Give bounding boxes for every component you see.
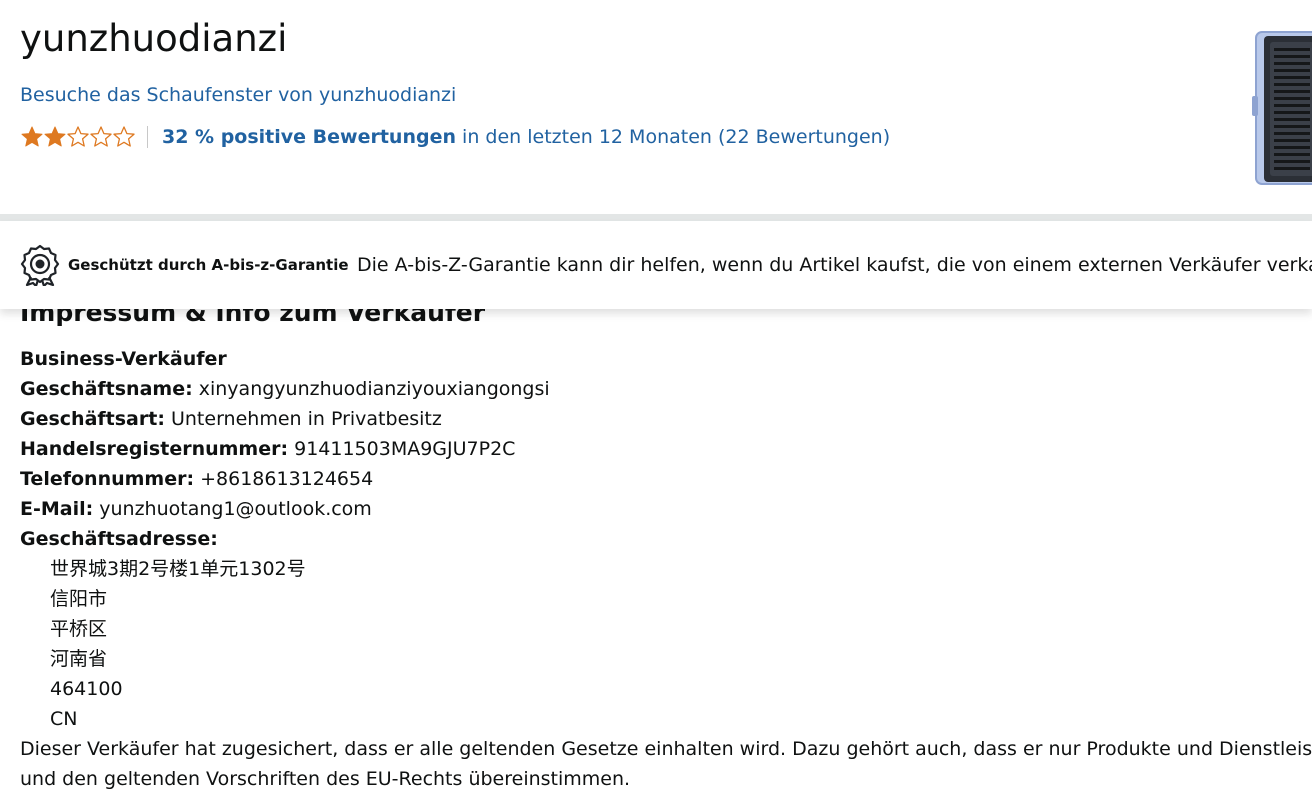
info-row-business-name: Geschäftsname: xinyangyunzhuodianziyouxi… bbox=[20, 374, 1312, 404]
business-type-label: Business-Verkäufer bbox=[20, 348, 227, 370]
address-line: 信阳市 bbox=[50, 588, 108, 610]
star-filled-icon bbox=[21, 126, 43, 147]
positive-ratings-link[interactable]: 32 % positive Bewertungen bbox=[162, 126, 456, 148]
seller-info-list: Business-Verkäufer Geschäftsname: xinyan… bbox=[20, 344, 1312, 734]
field-label: Geschäftsart: bbox=[20, 408, 165, 430]
field-value: xinyangyunzhuodianziyouxiangongsi bbox=[192, 378, 550, 400]
rating-divider bbox=[147, 126, 148, 148]
guarantee-title: Geschützt durch A-bis-z-Garantie bbox=[68, 256, 349, 274]
guarantee-description: Die A-bis-Z-Garantie kann dir helfen, we… bbox=[357, 254, 1312, 276]
field-label: Handelsregisternummer: bbox=[20, 438, 289, 460]
business-type: Business-Verkäufer bbox=[20, 344, 1312, 374]
field-value: +8618613124654 bbox=[194, 468, 374, 490]
field-label: Telefonnummer: bbox=[20, 468, 195, 490]
info-row-email: E-Mail: yunzhuotang1@outlook.com bbox=[20, 494, 1312, 524]
section-divider bbox=[0, 214, 1312, 221]
rating-summary: 32 % positive Bewertungen in den letzten… bbox=[162, 124, 890, 150]
product-thumbnail[interactable] bbox=[1252, 30, 1312, 186]
rating-period: in den letzten 12 Monaten (22 Bewertunge… bbox=[456, 126, 891, 148]
star-rating[interactable] bbox=[20, 125, 135, 149]
info-row-phone: Telefonnummer: +8618613124654 bbox=[20, 464, 1312, 494]
info-row-register-number: Handelsregisternummer: 91411503MA9GJU7P2… bbox=[20, 434, 1312, 464]
field-value: Unternehmen in Privatbesitz bbox=[164, 408, 442, 430]
address-line: 464100 bbox=[50, 678, 123, 700]
address-line: 世界城3期2号楼1单元1302号 bbox=[50, 558, 306, 580]
star-empty-icon bbox=[113, 126, 135, 147]
compliance-line: und den geltenden Vorschriften des EU-Re… bbox=[20, 768, 631, 790]
address-line: 河南省 bbox=[50, 648, 108, 670]
field-label: E-Mail: bbox=[20, 498, 94, 520]
compliance-statement: Dieser Verkäufer hat zugesichert, dass e… bbox=[20, 734, 1312, 794]
address-label-row: Geschäftsadresse: bbox=[20, 524, 1312, 554]
seller-name: yunzhuodianzi bbox=[20, 17, 288, 60]
guarantee-banner: Geschützt durch A-bis-z-Garantie Die A-b… bbox=[0, 221, 1312, 309]
seller-profile-page: yunzhuodianzi Besuche das Schaufenster v… bbox=[0, 0, 1312, 795]
info-row-business-kind: Geschäftsart: Unternehmen in Privatbesit… bbox=[20, 404, 1312, 434]
address-label: Geschäftsadresse: bbox=[20, 528, 218, 550]
award-ribbon-icon bbox=[20, 244, 60, 286]
field-value: 91411503MA9GJU7P2C bbox=[288, 438, 516, 460]
storefront-link[interactable]: Besuche das Schaufenster von yunzhuodian… bbox=[20, 82, 456, 108]
address-line: CN bbox=[50, 708, 78, 730]
address-line: 平桥区 bbox=[50, 618, 108, 640]
star-filled-icon bbox=[44, 126, 66, 147]
field-label: Geschäftsname: bbox=[20, 378, 193, 400]
field-value: yunzhuotang1@outlook.com bbox=[93, 498, 372, 520]
star-empty-icon bbox=[90, 126, 112, 147]
star-empty-icon bbox=[67, 126, 89, 147]
compliance-line: Dieser Verkäufer hat zugesichert, dass e… bbox=[20, 738, 1312, 760]
seller-rating: 32 % positive Bewertungen in den letzten… bbox=[20, 122, 890, 152]
